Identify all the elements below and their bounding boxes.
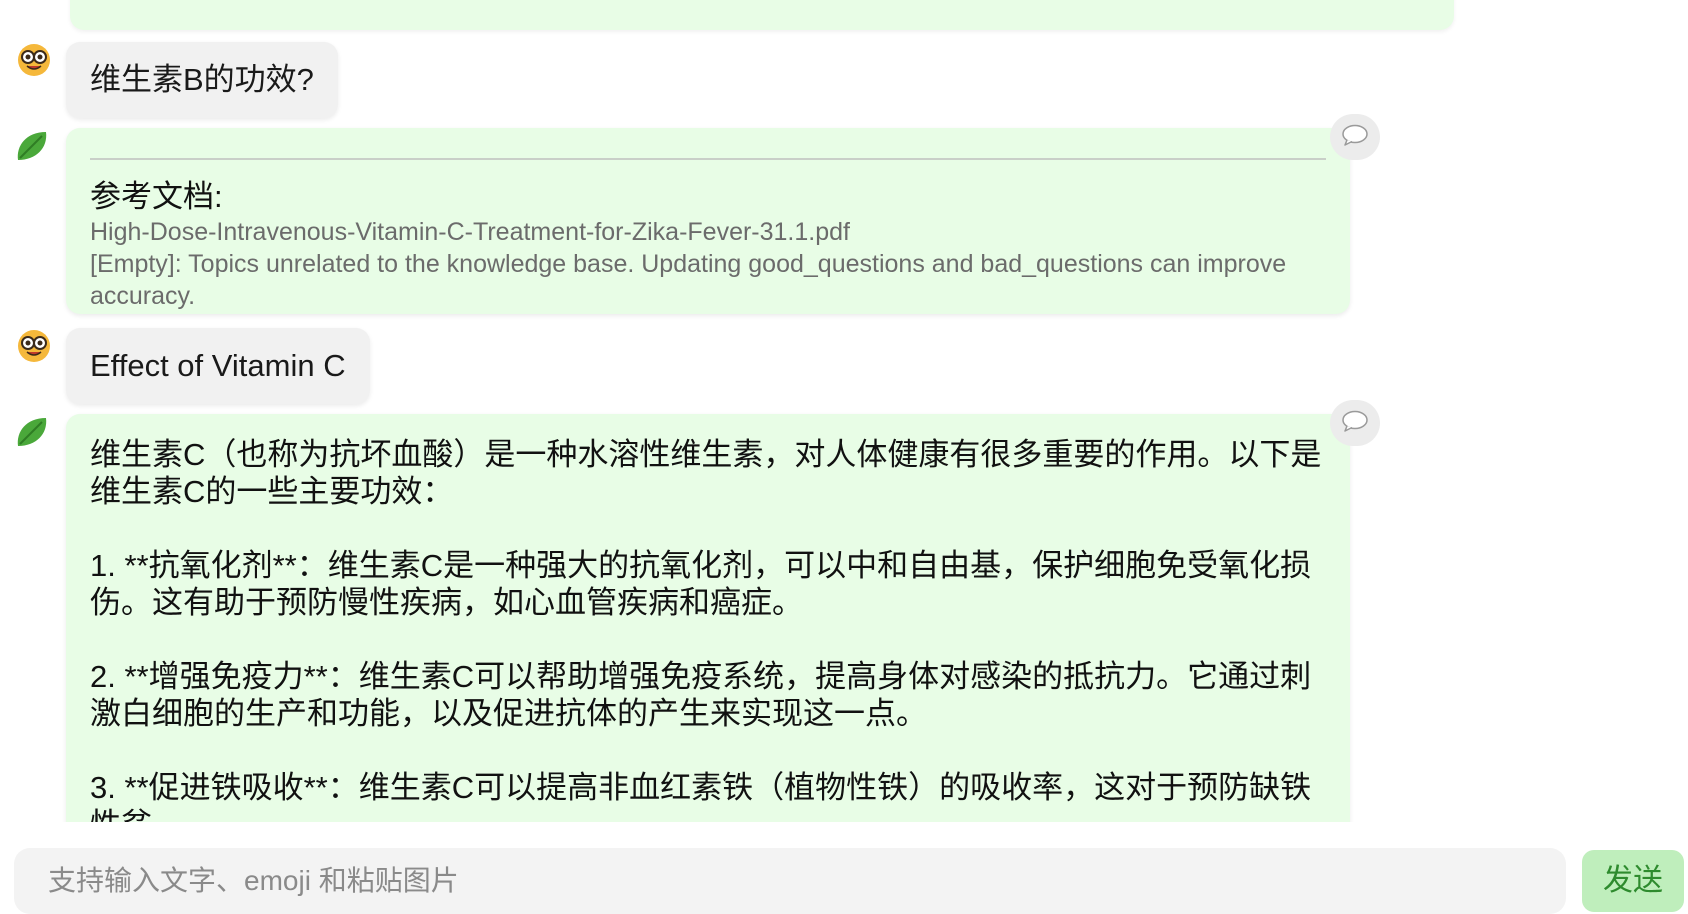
message-input-bar (14, 848, 1566, 914)
user-message-text: Effect of Vitamin C (90, 348, 346, 383)
bot-avatar-icon (12, 412, 52, 452)
send-button[interactable]: 发送 (1582, 850, 1684, 912)
user-avatar-icon (16, 42, 56, 82)
bot-answer-text: 维生素C（也称为抗坏血酸）是一种水溶性维生素，对人体健康有很多重要的作用。以下是… (90, 437, 1322, 822)
user-message: Effect of Vitamin C (66, 328, 370, 404)
bot-message-answer: 维生素C（也称为抗坏血酸）是一种水溶性维生素，对人体健康有很多重要的作用。以下是… (66, 414, 1350, 822)
user-message: 维生素B的功效? (66, 42, 338, 118)
user-avatar-icon (16, 328, 56, 368)
bot-avatar-icon (12, 126, 52, 166)
divider (90, 158, 1326, 160)
comment-button[interactable] (1330, 114, 1380, 160)
speech-bubble-icon (1341, 410, 1369, 437)
speech-bubble-icon (1341, 124, 1369, 151)
previous-bot-message (70, 0, 1454, 30)
user-message-text: 维生素B的功效? (90, 62, 314, 97)
bot-message-references: 参考文档: High-Dose-Intravenous-Vitamin-C-Tr… (66, 128, 1350, 314)
message-input[interactable] (48, 865, 1532, 897)
reference-note: [Empty]: Topics unrelated to the knowled… (90, 250, 1287, 310)
chat-history[interactable]: 维生素B的功效? 参考文档: High-Dose-Intravenous-Vit… (0, 0, 1688, 822)
comment-button[interactable] (1330, 400, 1380, 446)
reference-title: 参考文档: (90, 179, 223, 214)
reference-file-link[interactable]: High-Dose-Intravenous-Vitamin-C-Treatmen… (90, 216, 1326, 248)
